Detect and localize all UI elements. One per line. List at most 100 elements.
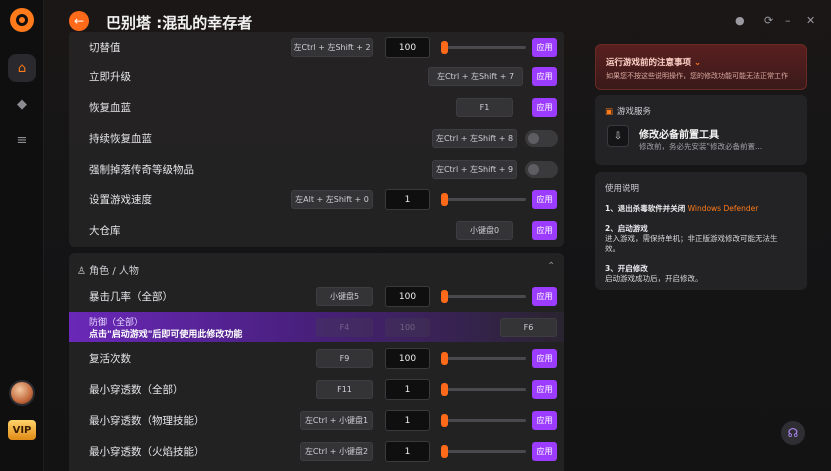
table-row: 切替值 左Ctrl + 左Shift + 2 100 应用 (69, 32, 564, 63)
guide-step-2-text: 进入游戏，需保持单机；非正版游戏修改可能无法生 (605, 234, 778, 243)
row-label: 最小穿透数（物理技能） (89, 415, 205, 427)
apply-button[interactable]: 应用 (532, 380, 557, 399)
row-label: 最小穿透数（全部） (89, 384, 184, 396)
guide-step-1: 1、退出杀毒软件并关闭 Windows Defender (605, 204, 759, 213)
value-input[interactable]: 1 (385, 189, 430, 210)
gamepad-icon[interactable]: ◆ (8, 90, 36, 118)
tool-title[interactable]: 修改必备前置工具 (639, 126, 719, 141)
notice-card[interactable]: 运行游戏前的注意事项 ⌄ 如果您不按这些说明操作，您的修改功能可能无法正常工作 (595, 44, 807, 90)
cheat-list: 切替值 左Ctrl + 左Shift + 2 100 应用 立即升级 左Ctrl… (69, 32, 564, 471)
record-icon[interactable]: ● (735, 14, 745, 27)
row-label: 设置游戏速度 (89, 194, 152, 206)
value-input[interactable]: 1 (385, 379, 430, 400)
apply-button[interactable]: 应用 (532, 98, 557, 117)
layers-icon[interactable]: ≡ (8, 126, 36, 154)
chevron-up-icon[interactable]: ⌃ (547, 261, 555, 272)
hotkey-button[interactable]: 左Alt + 左Shift + 0 (291, 190, 373, 209)
headset-icon[interactable]: ☊ (781, 421, 805, 445)
tool-description: 修改前，务必先安装"修改必备前置... (639, 142, 763, 151)
page-title: 巴别塔 :混乱的幸存者 (106, 14, 253, 32)
value-input[interactable]: 1 (385, 441, 430, 462)
refresh-icon[interactable]: ⟳ (764, 14, 773, 27)
apply-button[interactable]: 应用 (532, 287, 557, 306)
usage-guide-card: 使用说明 1、退出杀毒软件并关闭 Windows Defender 2、启动游戏… (595, 172, 807, 290)
value-slider[interactable] (441, 41, 526, 54)
service-title: ▣ 游戏服务 (605, 107, 652, 117)
value-input[interactable]: 1 (385, 410, 430, 431)
table-row: 最小穿透数（火焰技能） 左Ctrl + 小键盘2 1 应用 (69, 436, 564, 467)
vip-badge[interactable]: VIP (8, 420, 36, 440)
table-row: 大仓库 小键盘0 应用 (69, 215, 564, 246)
toggle-switch[interactable] (525, 161, 558, 178)
value-slider[interactable] (441, 193, 526, 206)
person-icon: ♙ (77, 266, 90, 277)
value-slider[interactable] (441, 290, 526, 303)
home-icon[interactable]: ⌂ (8, 54, 36, 82)
app-window: ⌂ ◆ ≡ VIP ← 巴别塔 :混乱的幸存者 ● ⟳ – ✕ 切替值 左Ctr… (0, 0, 831, 471)
table-row: 强制掉落传奇等级物品 左Ctrl + 左Shift + 9 (69, 154, 564, 185)
value-slider[interactable] (441, 445, 526, 458)
apply-button[interactable]: 应用 (532, 349, 557, 368)
locked-row: 防御（全部） 点击"启动游戏"后即可使用此修改功能 F4 100 F6 (69, 312, 564, 342)
hotkey-button[interactable]: F11 (316, 380, 373, 399)
avatar[interactable] (9, 380, 35, 406)
hotkey-button-disabled: F4 (316, 318, 373, 337)
apply-button[interactable]: 应用 (532, 221, 557, 240)
box-icon: ▣ (605, 107, 614, 117)
table-row: 设置游戏速度 左Alt + 左Shift + 0 1 应用 (69, 184, 564, 215)
apply-button[interactable]: 应用 (532, 38, 557, 57)
row-label: 切替值 (89, 42, 121, 54)
app-logo-icon[interactable] (10, 8, 34, 32)
value-slider[interactable] (441, 352, 526, 365)
guide-step-2-text-2: 效。 (605, 244, 620, 253)
hotkey-button[interactable]: 小键盘5 (316, 287, 373, 306)
value-slider[interactable] (441, 383, 526, 396)
hotkey-button[interactable]: 左Ctrl + 左Shift + 8 (432, 129, 517, 148)
chevron-down-icon: ⌄ (693, 58, 702, 68)
row-label: 大仓库 (89, 225, 121, 237)
table-row: 复活次数 F9 100 应用 (69, 343, 564, 374)
apply-button[interactable]: 应用 (532, 67, 557, 86)
apply-button[interactable]: 应用 (532, 411, 557, 430)
hotkey-button[interactable]: 左Ctrl + 小键盘2 (300, 442, 373, 461)
hotkey-button[interactable]: 左Ctrl + 左Shift + 2 (291, 38, 373, 57)
hotkey-button[interactable]: F9 (316, 349, 373, 368)
apply-button[interactable]: 应用 (532, 442, 557, 461)
guide-step-3-text: 启动游戏成功后，开启修改。 (605, 274, 703, 283)
section-header-role[interactable]: ♙ 角色 / 人物 ⌃ (69, 254, 564, 282)
section-title: ♙ 角色 / 人物 (77, 266, 139, 277)
game-service-card: ▣ 游戏服务 ⇩ 修改必备前置工具 修改前，务必先安装"修改必备前置... (595, 95, 807, 165)
value-input-disabled: 100 (385, 318, 430, 337)
toggle-switch[interactable] (525, 130, 558, 147)
hotkey-button[interactable]: F1 (456, 98, 513, 117)
value-input[interactable]: 100 (385, 37, 430, 58)
download-icon[interactable]: ⇩ (607, 125, 629, 147)
row-label: 暴击几率（全部） (89, 291, 173, 303)
back-arrow-icon[interactable]: ← (69, 11, 89, 31)
notice-title: 运行游戏前的注意事项 ⌄ (606, 58, 702, 68)
hotkey-button[interactable]: 左Ctrl + 左Shift + 7 (428, 67, 523, 86)
notice-text: 如果您不按这些说明操作，您的修改功能可能无法正常工作 (606, 72, 788, 80)
apply-button[interactable]: 应用 (532, 190, 557, 209)
row-label: 恢复血蓝 (89, 102, 131, 114)
guide-title: 使用说明 (605, 184, 640, 194)
row-label: 立即升级 (89, 71, 131, 83)
left-rail: ⌂ ◆ ≡ VIP (0, 0, 44, 471)
row-label: 复活次数 (89, 353, 131, 365)
locked-row-notice: 点击"启动游戏"后即可使用此修改功能 (89, 330, 243, 340)
row-label: 最小穿透数（火焰技能） (89, 446, 205, 458)
hotkey-button[interactable]: 小键盘0 (456, 221, 513, 240)
row-label: 强制掉落传奇等级物品 (89, 164, 194, 176)
table-row: 最小穿透数（物理技能） 左Ctrl + 小键盘1 1 应用 (69, 405, 564, 436)
value-input[interactable]: 100 (385, 348, 430, 369)
hotkey-button[interactable]: 左Ctrl + 左Shift + 9 (432, 160, 517, 179)
minimize-icon[interactable]: – (785, 14, 791, 27)
table-row: 恢复血蓝 F1 应用 (69, 92, 564, 123)
table-row: 持续恢复血蓝 左Ctrl + 左Shift + 8 (69, 123, 564, 154)
hotkey-button[interactable]: 左Ctrl + 小键盘1 (300, 411, 373, 430)
row-label: 持续恢复血蓝 (89, 133, 152, 145)
value-input[interactable]: 100 (385, 286, 430, 307)
value-slider[interactable] (441, 414, 526, 427)
hotkey-button[interactable]: F6 (500, 318, 557, 337)
close-icon[interactable]: ✕ (806, 14, 815, 27)
